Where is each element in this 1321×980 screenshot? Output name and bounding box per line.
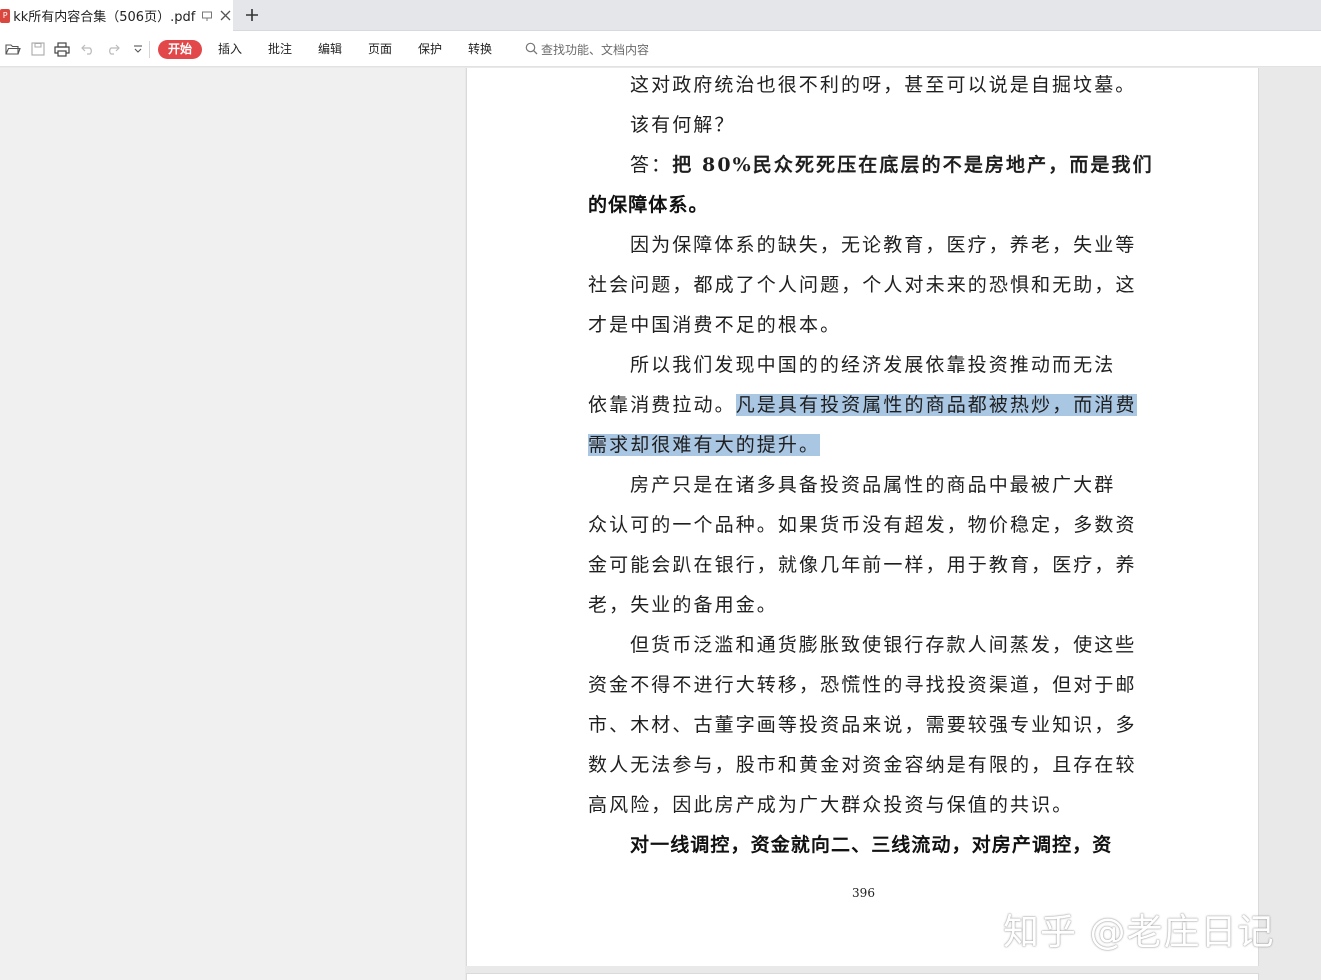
- left-panel: [0, 68, 465, 980]
- pdf-page[interactable]: 这对政府统治也很不利的呀，甚至可以说是自掘坟墓。 该有何解？ 答：把 80%民众死死…: [466, 68, 1259, 966]
- text-run: 数人无法参与，股市和黄金对资金容纳是有限的，且存在较: [588, 754, 1137, 776]
- text-line[interactable]: 依靠消费拉动。凡是具有投资属性的商品都被热炒，而消费: [588, 385, 1140, 425]
- bold-text: 的保障体系。: [588, 194, 709, 216]
- document-tab[interactable]: P kk所有内容合集（506页）.pdf: [0, 0, 233, 31]
- pdf-file-icon: P: [0, 8, 11, 23]
- open-folder-icon[interactable]: [4, 41, 22, 57]
- text-line[interactable]: 因为保障体系的缺失，无论教育，医疗，养老，失业等: [588, 225, 1140, 265]
- text-line[interactable]: 金可能会趴在银行，就像几年前一样，用于教育，医疗，养: [588, 545, 1140, 585]
- tab-page[interactable]: 页面: [362, 40, 398, 59]
- text-line[interactable]: 众认可的一个品种。如果货币没有超发，物价稳定，多数资: [588, 505, 1140, 545]
- text-line[interactable]: 该有何解？: [588, 105, 1140, 145]
- tab-bar: P kk所有内容合集（506页）.pdf: [0, 0, 1321, 31]
- text-run: 答：: [630, 154, 673, 176]
- text-line[interactable]: 需求却很难有大的提升。: [588, 425, 1140, 465]
- print-icon[interactable]: [53, 41, 71, 57]
- text-run: 但货币泛滥和通货膨胀致使银行存款人间蒸发，使这些: [630, 634, 1137, 656]
- text-run: 高风险，因此房产成为广大群众投资与保值的共识。: [588, 794, 1074, 816]
- text-line[interactable]: 老，失业的备用金。: [588, 585, 1140, 625]
- toolbar-separator: [149, 41, 150, 58]
- new-tab-plus-icon[interactable]: [243, 6, 261, 24]
- text-run: 房产只是在诸多具备投资品属性的商品中最被广大群: [630, 474, 1116, 496]
- bold-text: 把 80%民众死死压在底层的不是房地产，而是我们: [672, 154, 1154, 176]
- tab-edit[interactable]: 编辑: [312, 40, 348, 59]
- highlighted-text: 需求却很难有大的提升。: [588, 434, 821, 456]
- text-line[interactable]: 社会问题，都成了个人问题，个人对未来的恐惧和无助，这: [588, 265, 1140, 305]
- text-line[interactable]: 但货币泛滥和通货膨胀致使银行存款人间蒸发，使这些: [588, 625, 1140, 665]
- text-line[interactable]: 对一线调控，资金就向二、三线流动，对房产调控，资: [588, 825, 1140, 865]
- document-tab-title: kk所有内容合集（506页）.pdf: [13, 10, 196, 25]
- customize-dropdown-icon[interactable]: [129, 41, 147, 57]
- save-icon[interactable]: [29, 41, 47, 57]
- text-run: 这对政府统治也很不利的呀，甚至可以说是自掘坟墓。: [630, 74, 1137, 96]
- text-line[interactable]: 所以我们发现中国的的经济发展依靠投资推动而无法: [588, 345, 1140, 385]
- close-tab-icon[interactable]: [218, 8, 233, 24]
- tab-insert[interactable]: 插入: [212, 40, 248, 59]
- text-run: 社会问题，都成了个人问题，个人对未来的恐惧和无助，这: [588, 274, 1137, 296]
- text-run: 因为保障体系的缺失，无论教育，医疗，养老，失业等: [630, 234, 1137, 256]
- page-number: 396: [852, 886, 875, 900]
- tab-annotate[interactable]: 批注: [262, 40, 298, 59]
- text-run: 众认可的一个品种。如果货币没有超发，物价稳定，多数资: [588, 514, 1137, 536]
- ribbon-toolbar: 开始 插入 批注 编辑 页面 保护 转换 查找功能、文档内容: [0, 31, 1321, 67]
- tab-convert[interactable]: 转换: [462, 40, 498, 59]
- text-line[interactable]: 这对政府统治也很不利的呀，甚至可以说是自掘坟墓。: [588, 65, 1140, 105]
- feature-search-input[interactable]: 查找功能、文档内容: [525, 40, 649, 59]
- text-run: 才是中国消费不足的根本。: [588, 314, 842, 336]
- pin-icon[interactable]: [199, 8, 214, 24]
- search-icon: [525, 40, 538, 59]
- tab-start[interactable]: 开始: [158, 40, 202, 59]
- next-pdf-page[interactable]: [466, 973, 1259, 980]
- text-run: 市、木材、古董字画等投资品来说，需要较强专业知识，多: [588, 714, 1137, 736]
- text-run: 依靠消费拉动。: [588, 394, 736, 416]
- text-line[interactable]: 市、木材、古董字画等投资品来说，需要较强专业知识，多: [588, 705, 1140, 745]
- text-line[interactable]: 高风险，因此房产成为广大群众投资与保值的共识。: [588, 785, 1140, 825]
- text-run: 所以我们发现中国的的经济发展依靠投资推动而无法: [630, 354, 1116, 376]
- text-line[interactable]: 房产只是在诸多具备投资品属性的商品中最被广大群: [588, 465, 1140, 505]
- text-line[interactable]: 答：把 80%民众死死压在底层的不是房地产，而是我们: [588, 145, 1152, 185]
- text-run: 老，失业的备用金。: [588, 594, 778, 616]
- redo-icon[interactable]: [104, 41, 122, 57]
- search-placeholder: 查找功能、文档内容: [541, 43, 650, 57]
- text-line[interactable]: 的保障体系。: [588, 185, 1140, 225]
- highlighted-text: 凡是具有投资属性的商品都被热炒，而消费: [735, 394, 1137, 416]
- text-run: 资金不得不进行大转移，恐慌性的寻找投资渠道，但对于邮: [588, 674, 1137, 696]
- bold-text: 对一线调控，资金就向二、三线流动，对房产调控，资: [630, 834, 1113, 856]
- page-text[interactable]: 这对政府统治也很不利的呀，甚至可以说是自掘坟墓。 该有何解？ 答：把 80%民众死死…: [588, 65, 1152, 865]
- text-line[interactable]: 才是中国消费不足的根本。: [588, 305, 1140, 345]
- text-line[interactable]: 资金不得不进行大转移，恐慌性的寻找投资渠道，但对于邮: [588, 665, 1140, 705]
- tab-protect[interactable]: 保护: [412, 40, 448, 59]
- zhihu-watermark: 知乎 @老庄日记: [1003, 912, 1275, 953]
- text-run: 金可能会趴在银行，就像几年前一样，用于教育，医疗，养: [588, 554, 1137, 576]
- text-run: 该有何解？: [630, 114, 736, 136]
- undo-icon[interactable]: [79, 41, 97, 57]
- text-line[interactable]: 数人无法参与，股市和黄金对资金容纳是有限的，且存在较: [588, 745, 1140, 785]
